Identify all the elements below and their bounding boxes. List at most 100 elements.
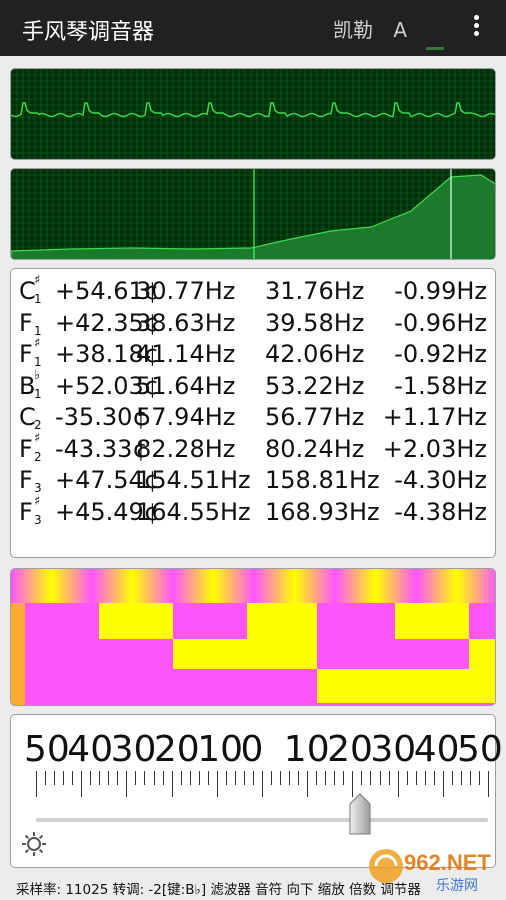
- note-difference: -4.30Hz: [394, 466, 487, 494]
- note-frequency: 41.14Hz: [136, 340, 236, 368]
- meter-tick: [298, 771, 300, 785]
- meter-tick: [469, 771, 471, 785]
- meter-tick: [488, 771, 489, 797]
- meter-scale-label: 20: [153, 729, 200, 770]
- note-difference: -0.99Hz: [394, 277, 487, 305]
- svg-text:乐游网: 乐游网: [436, 878, 478, 894]
- meter-tick: [370, 771, 372, 785]
- note-difference: -1.58Hz: [394, 371, 487, 400]
- meter-tick: [397, 771, 399, 797]
- note-accidental: ♭: [34, 367, 41, 383]
- app-title: 手风琴调音器: [22, 20, 155, 45]
- note-difference: -0.92Hz: [394, 340, 487, 368]
- meter-tick: [72, 771, 74, 785]
- status-text: 采样率: 11025 转调: -2[键:B♭] 滤波器 音符 向下 缩放 倍数 …: [16, 882, 421, 898]
- meter-tick: [126, 771, 128, 797]
- note-accidental: ♯: [34, 430, 41, 446]
- meter-tick: [234, 771, 236, 785]
- more-vert-icon[interactable]: [466, 12, 486, 44]
- note-name: C2: [19, 403, 55, 434]
- app-bar: 手风琴调音器 凯勒 A: [0, 0, 506, 56]
- meter-tick: [379, 771, 381, 785]
- note-target-frequency: 39.58Hz: [265, 308, 365, 337]
- meter-tick: [180, 771, 182, 785]
- meter-tick: [207, 771, 209, 785]
- pitch-label: A: [393, 18, 408, 42]
- meter-tick: [442, 771, 444, 797]
- note-name: C ♯ 1: [19, 273, 55, 308]
- meter-tick: [252, 771, 254, 785]
- gear-icon[interactable]: [19, 829, 49, 859]
- note-octave: 1: [34, 386, 42, 401]
- meter-tick: [108, 771, 110, 785]
- note-letter: B: [19, 371, 36, 400]
- heatmap-cell: [173, 639, 247, 669]
- note-target-frequency: 56.77Hz: [265, 403, 365, 431]
- meter-tick: [81, 771, 83, 797]
- meter-scale-label: 50: [24, 729, 70, 770]
- heatmap-graph: [11, 569, 495, 705]
- note-list: C ♯ 1 +54.61¢ 30.77Hz 31.76Hz -0.99Hz F 1 +42.35¢…: [10, 268, 496, 558]
- meter-track: [36, 818, 488, 822]
- note-octave: 1: [34, 292, 42, 306]
- meter-tick: [316, 771, 318, 785]
- note-frequency: 38.63Hz: [136, 308, 236, 337]
- meter-scale-label: 30: [370, 729, 417, 770]
- tuning-history-heatmap: [10, 568, 496, 706]
- note-cents: -43.33¢: [55, 434, 148, 463]
- meter-tick: [54, 771, 56, 785]
- meter-tick: [171, 771, 173, 797]
- meter-tick: [460, 771, 462, 785]
- note-name: F ♯ 1: [19, 336, 55, 371]
- meter-tick: [325, 771, 327, 785]
- note-name: F ♯ 3: [19, 494, 55, 529]
- waveform-scope: [10, 68, 496, 160]
- note-letter: F: [19, 308, 33, 337]
- meter-tick: [225, 771, 227, 785]
- temperament-selector[interactable]: 凯勒 A: [333, 14, 407, 43]
- svg-text:962.NET: 962.NET: [404, 850, 491, 875]
- meter-tick: [424, 771, 426, 785]
- note-accidental: ♯: [34, 493, 41, 509]
- note-accidental: ♯: [34, 336, 41, 351]
- note-frequency: 51.64Hz: [136, 371, 236, 400]
- meter-scale-label: 20: [327, 729, 373, 770]
- temperament-indicator: [426, 47, 444, 50]
- note-octave: 2: [34, 449, 42, 464]
- meter-tick: [262, 771, 263, 797]
- temperament-label: 凯勒: [333, 18, 373, 42]
- note-difference: -4.38Hz: [394, 497, 487, 526]
- meter-tick: [361, 771, 363, 785]
- note-letter: F: [19, 340, 33, 368]
- meter-scale-label: 10: [197, 729, 243, 770]
- spectrum-graph: [11, 169, 495, 259]
- meter-tick: [63, 771, 65, 785]
- meter-tick: [388, 771, 390, 785]
- meter-tick: [406, 771, 408, 785]
- meter-scale-label: 40: [413, 729, 460, 770]
- note-target-frequency: 31.76Hz: [265, 277, 365, 305]
- meter-tick: [189, 771, 191, 785]
- meter-tick: [99, 771, 101, 785]
- meter-needle[interactable]: [349, 793, 371, 835]
- meter-scale-label: 0: [240, 729, 264, 770]
- heatmap-cell: [99, 603, 173, 639]
- note-target-frequency: 80.24Hz: [265, 434, 365, 463]
- meter-tick: [478, 771, 480, 785]
- meter-tick: [415, 771, 417, 785]
- note-letter: F: [19, 497, 33, 526]
- meter-tick: [198, 771, 200, 785]
- note-frequency: 57.94Hz: [136, 403, 236, 431]
- meter-tick: [135, 771, 137, 785]
- note-name: F ♯ 2: [19, 431, 55, 466]
- note-frequency: 30.77Hz: [136, 277, 236, 305]
- heatmap-cell: [317, 669, 469, 703]
- waveform-graph: [11, 69, 495, 159]
- meter-tick: [153, 771, 155, 785]
- meter-tick: [280, 771, 282, 785]
- heatmap-cell: [469, 639, 495, 703]
- note-accidental: ♯: [34, 273, 41, 288]
- meter-tick: [433, 771, 435, 785]
- spectrum-view: [10, 168, 496, 260]
- meter-tick: [271, 771, 273, 785]
